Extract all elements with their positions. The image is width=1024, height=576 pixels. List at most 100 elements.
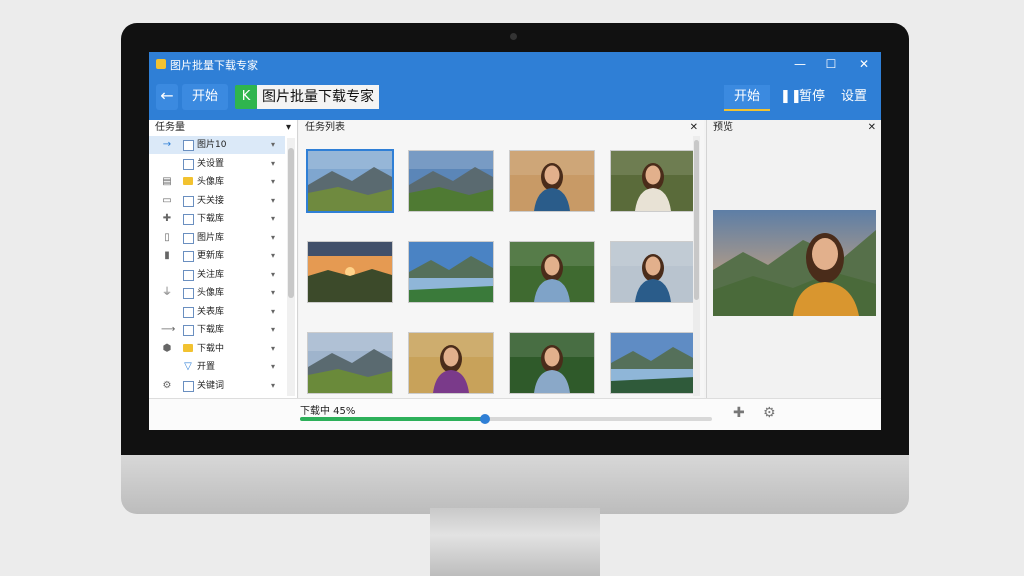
chevron-down-icon[interactable]: ▾ xyxy=(271,321,275,339)
tree-item[interactable]: → 图片10 ▾ xyxy=(149,136,285,154)
task-tree-panel: 任务量 ▾ → 图片10 ▾ 关设置 ▾ ▤ 头像库 ▾ ▭ 天关接 ▾ ✚ 下载库 ▾ ▯ 图片库 ▾ ▮ 更新库… xyxy=(149,120,298,398)
chevron-down-icon[interactable]: ▾ xyxy=(271,229,275,247)
task-list-close-icon[interactable]: ✕ xyxy=(690,120,698,136)
image-thumbnail[interactable] xyxy=(610,332,696,394)
tree-item[interactable]: ▤ 头像库 ▾ xyxy=(149,173,285,191)
image-thumbnail[interactable] xyxy=(306,149,394,213)
item-checkbox[interactable] xyxy=(183,380,194,392)
image-thumbnail[interactable] xyxy=(509,241,595,303)
tree-item-label: 下载库 xyxy=(197,325,225,335)
start-button[interactable]: 开始 xyxy=(724,85,770,111)
tree-item[interactable]: ✚ 下载库 ▾ xyxy=(149,210,285,228)
add-icon[interactable]: ✚ xyxy=(733,405,745,421)
grid-scrollbar[interactable] xyxy=(693,136,700,396)
image-thumbnail[interactable] xyxy=(307,241,393,303)
tree-item-label: 头像库 xyxy=(197,177,225,187)
monitor-chin xyxy=(121,450,909,514)
tree-item[interactable]: ▽ 开置 ▾ xyxy=(149,358,285,376)
chevron-down-icon[interactable]: ▾ xyxy=(271,173,275,191)
chevron-down-icon[interactable]: ▾ xyxy=(271,358,275,376)
pause-button[interactable]: 暂停 xyxy=(799,86,825,108)
start-button-left[interactable]: 开始 xyxy=(182,84,228,110)
tree-item[interactable]: 关表库 ▾ xyxy=(149,303,285,321)
tree-item[interactable]: ⏚ 头像库 ▾ xyxy=(149,284,285,302)
folder-icon[interactable] xyxy=(183,177,193,185)
scrollbar-thumb[interactable] xyxy=(694,140,699,300)
monitor-stand xyxy=(430,508,600,576)
maximize-button[interactable]: ☐ xyxy=(820,55,842,73)
tree-item-label: 开置 xyxy=(197,362,216,372)
folder-icon[interactable] xyxy=(183,343,193,352)
preview-title: 预览 xyxy=(713,122,733,133)
tree-item[interactable]: ▮ 更新库 ▾ xyxy=(149,247,285,265)
image-thumbnail[interactable] xyxy=(509,332,595,394)
settings-button[interactable]: 设置 xyxy=(841,86,867,108)
brand-icon: K xyxy=(235,85,257,109)
tree-item-label: 天关接 xyxy=(197,195,225,206)
item-checkbox[interactable] xyxy=(183,269,194,281)
tree-item[interactable]: 关设置 ▾ xyxy=(149,155,285,173)
item-checkbox[interactable] xyxy=(183,232,194,244)
filter-icon[interactable]: ▽ xyxy=(182,358,194,376)
tree-item-icon: ⟶ xyxy=(161,324,176,335)
chevron-down-icon[interactable]: ▾ xyxy=(271,136,275,154)
tree-item-icon: ⬢ xyxy=(162,342,172,354)
item-checkbox[interactable] xyxy=(183,288,194,299)
app-window: 图片批量下载专家 — ☐ ✕ ← 开始 K 图片批量下载专家 开始 ❚❚ 暂停 … xyxy=(149,52,881,430)
task-list-title: 任务列表 xyxy=(305,122,345,133)
item-checkbox[interactable] xyxy=(183,158,194,170)
tree-item-icon: ▯ xyxy=(164,231,170,243)
chevron-down-icon[interactable]: ▾ xyxy=(271,192,275,210)
tree-item[interactable]: ▯ 图片库 ▾ xyxy=(149,229,285,247)
tree-item-label: 关设置 xyxy=(197,158,225,169)
tree-item-icon: ⏚ xyxy=(162,287,172,298)
tree-item-label: 关注库 xyxy=(197,269,225,280)
image-thumbnail[interactable] xyxy=(408,241,494,303)
back-button[interactable]: ← xyxy=(156,84,178,110)
tree-item[interactable]: ⚙ 关键词 ▾ xyxy=(149,377,285,395)
chevron-down-icon[interactable]: ▾ xyxy=(271,303,275,321)
panel-menu-icon[interactable]: ▾ xyxy=(286,120,291,136)
tree-scrollbar[interactable] xyxy=(287,138,295,396)
tree-item[interactable]: ⬢ 下载中 ▾ xyxy=(149,340,285,358)
tree-item-label: 图片库 xyxy=(197,232,225,243)
image-thumbnail[interactable] xyxy=(307,332,393,394)
chevron-down-icon[interactable]: ▾ xyxy=(271,210,275,228)
status-bar: 下载中 45% ✚ ⚙ xyxy=(149,398,881,430)
tree-item-label: 图片10 xyxy=(197,140,227,150)
chevron-down-icon[interactable]: ▾ xyxy=(271,377,275,395)
image-thumbnail[interactable] xyxy=(408,150,494,212)
item-checkbox[interactable] xyxy=(183,214,194,225)
progress-knob[interactable] xyxy=(480,414,491,424)
minimize-button[interactable]: — xyxy=(789,55,811,73)
progress-bar xyxy=(300,414,712,424)
app-icon xyxy=(156,59,166,69)
task-panel-header: 任务量 ▾ xyxy=(149,120,297,136)
scrollbar-thumb[interactable] xyxy=(288,148,294,298)
chevron-down-icon[interactable]: ▾ xyxy=(271,340,275,358)
chevron-down-icon[interactable]: ▾ xyxy=(271,284,275,302)
item-checkbox[interactable] xyxy=(183,306,194,318)
tree-item[interactable]: ⟶ 下载库 ▾ xyxy=(149,321,285,339)
tree-item[interactable]: ▭ 天关接 ▾ xyxy=(149,192,285,210)
item-checkbox[interactable] xyxy=(183,140,194,151)
item-checkbox[interactable] xyxy=(183,251,194,262)
tree-item-label: 关表库 xyxy=(197,306,225,317)
close-button[interactable]: ✕ xyxy=(853,55,875,73)
item-checkbox[interactable] xyxy=(183,195,194,207)
image-thumbnail[interactable] xyxy=(509,150,595,212)
image-thumbnail[interactable] xyxy=(610,241,696,303)
settings-icon[interactable]: ⚙ xyxy=(763,405,776,421)
preview-close-icon[interactable]: ✕ xyxy=(868,120,876,136)
preview-header: 预览 ✕ xyxy=(707,120,881,136)
chevron-down-icon[interactable]: ▾ xyxy=(271,247,275,265)
progress-fill xyxy=(300,417,486,421)
image-thumbnail[interactable] xyxy=(610,150,696,212)
tree-item-icon: ▮ xyxy=(164,250,170,261)
chevron-down-icon[interactable]: ▾ xyxy=(271,155,275,173)
image-thumbnail[interactable] xyxy=(408,332,494,394)
tree-item-label: 关键词 xyxy=(197,380,225,391)
item-checkbox[interactable] xyxy=(183,325,194,336)
chevron-down-icon[interactable]: ▾ xyxy=(271,266,275,284)
tree-item[interactable]: 关注库 ▾ xyxy=(149,266,285,284)
